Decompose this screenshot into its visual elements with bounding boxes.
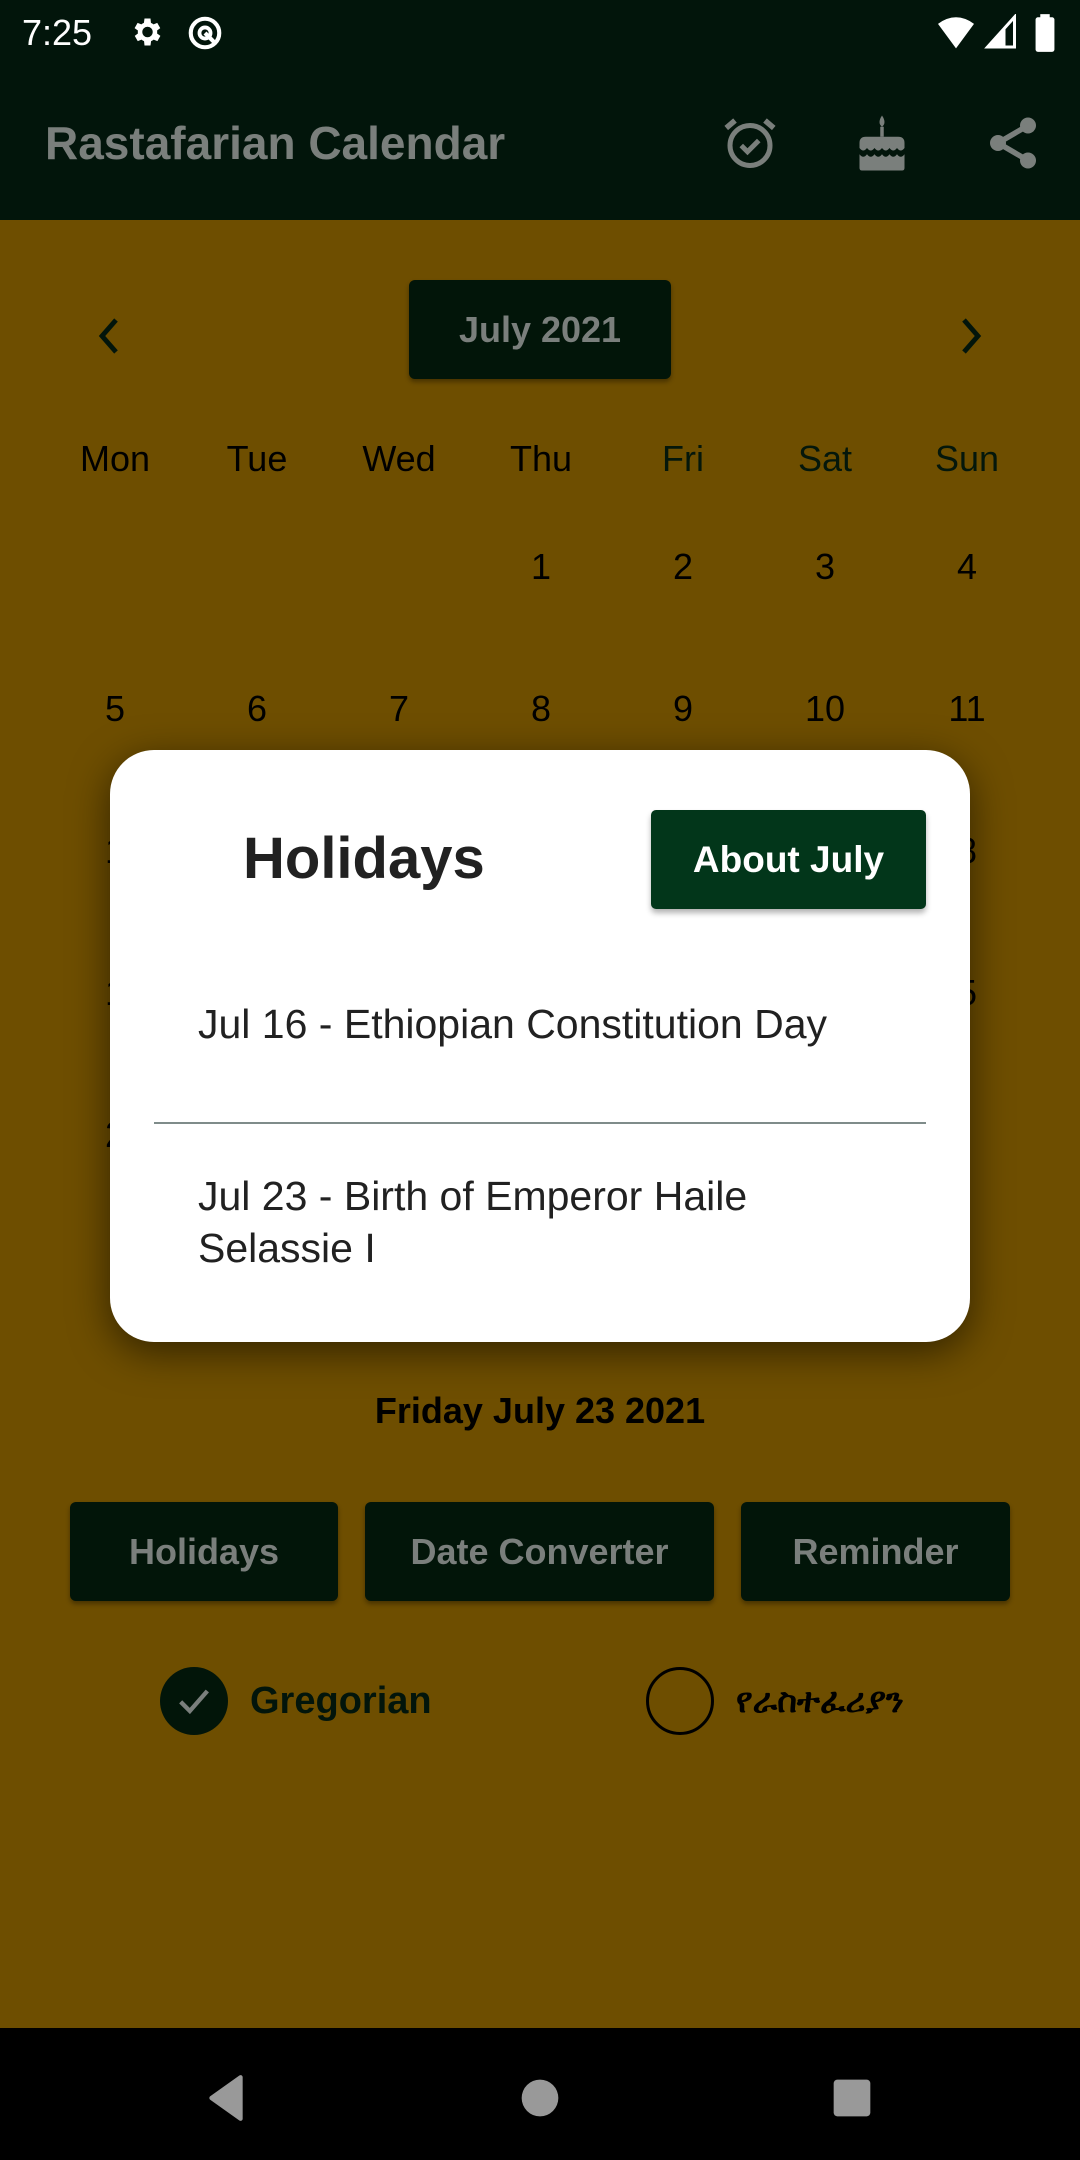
app-title: Rastafarian Calendar xyxy=(45,117,506,169)
chevron-left-icon xyxy=(98,318,118,354)
weekday-label: Sun xyxy=(934,438,1000,479)
weekday-label: Tue xyxy=(226,438,288,479)
system-nav-bar xyxy=(0,2028,1080,2160)
weekday-label: Thu xyxy=(509,438,573,479)
holidays-button[interactable]: Holidays xyxy=(70,1502,338,1601)
home-icon[interactable] xyxy=(510,2068,570,2128)
battery-icon xyxy=(1034,14,1056,57)
share-icon[interactable] xyxy=(978,108,1048,178)
weekday-label: Wed xyxy=(362,438,436,479)
gregorian-date: Friday July 23 2021 xyxy=(374,1390,706,1431)
reminder-button[interactable]: Reminder xyxy=(741,1502,1010,1601)
rastafarian-label: የራስተፈሪያን xyxy=(736,1681,904,1721)
day-cell[interactable] xyxy=(186,540,328,682)
gregorian-label: Gregorian xyxy=(250,1679,432,1722)
app-bar: Rastafarian Calendar xyxy=(0,66,1080,220)
recents-icon[interactable] xyxy=(822,2068,882,2128)
date-converter-button[interactable]: Date Converter xyxy=(365,1502,714,1601)
weekday-label: Fri xyxy=(662,438,704,479)
day-cell[interactable] xyxy=(44,540,186,682)
day-cell[interactable]: 4 xyxy=(896,540,1038,682)
day-cell[interactable]: 3 xyxy=(754,540,896,682)
gear-icon xyxy=(128,14,164,55)
unchecked-radio-icon[interactable] xyxy=(646,1667,714,1735)
calendar-week: 1 2 3 4 xyxy=(44,540,1044,682)
checked-radio-icon[interactable] xyxy=(160,1667,228,1735)
day-cell[interactable]: 1 xyxy=(470,540,612,682)
about-month-button[interactable]: About July xyxy=(651,810,926,909)
cell-signal-icon xyxy=(984,13,1018,55)
gregorian-option[interactable]: Gregorian xyxy=(160,1667,432,1735)
day-cell[interactable]: 2 xyxy=(612,540,754,682)
wifi-icon xyxy=(936,14,976,55)
holiday-item: Jul 16 - Ethiopian Constitution Day xyxy=(198,1001,828,1047)
status-bar: 7:25 xyxy=(0,0,1080,66)
cake-icon[interactable] xyxy=(847,108,917,178)
divider xyxy=(154,1122,926,1124)
weekday-label: Mon xyxy=(79,438,151,479)
prev-month-button[interactable] xyxy=(80,306,140,366)
status-time: 7:25 xyxy=(22,12,93,53)
month-selector-button[interactable]: July 2021 xyxy=(409,280,671,379)
holiday-item: Jul 23 - Birth of Emperor Haile Selassie… xyxy=(198,1173,748,1271)
weekday-label: Sat xyxy=(797,438,853,479)
next-month-button[interactable] xyxy=(940,306,1000,366)
chevron-right-icon xyxy=(962,318,982,354)
holidays-dialog: Holidays About July Jul 16 - Ethiopian C… xyxy=(110,750,970,1342)
rastafarian-option[interactable]: የራስተፈሪያን xyxy=(646,1667,904,1735)
day-cell[interactable] xyxy=(328,540,470,682)
alarm-check-icon[interactable] xyxy=(715,108,785,178)
dialog-title: Holidays xyxy=(243,826,485,891)
back-icon[interactable] xyxy=(196,2068,256,2128)
at-sign-icon xyxy=(186,14,224,57)
weekday-header: Mon Tue Wed Thu Fri Sat Sun xyxy=(44,438,1044,480)
